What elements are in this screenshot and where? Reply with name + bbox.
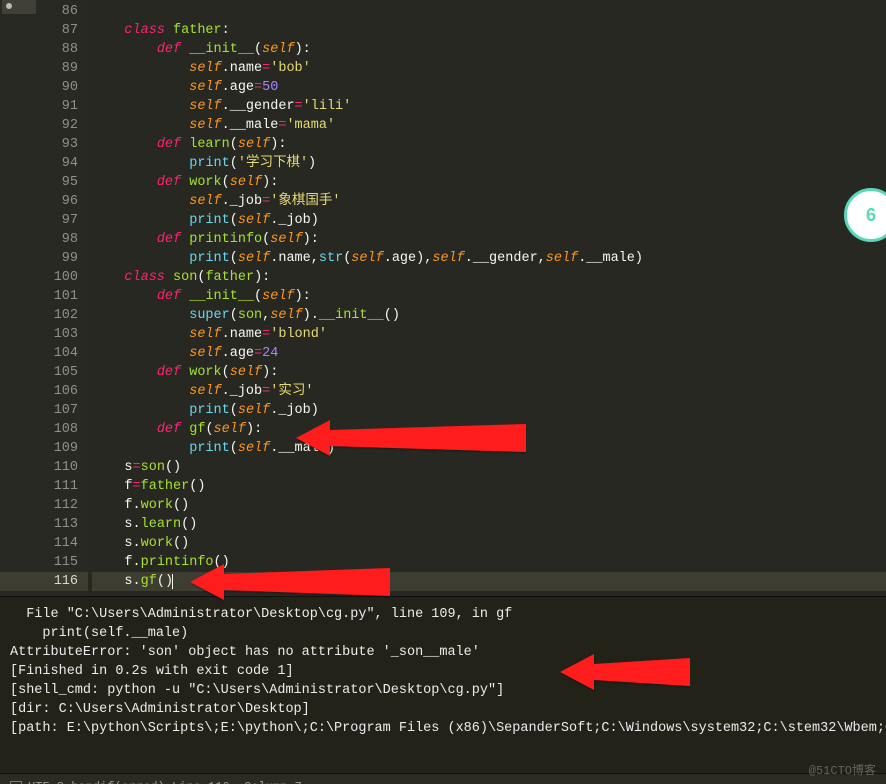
line-number[interactable]: 96 bbox=[0, 192, 78, 211]
annotation-arrow bbox=[560, 650, 690, 694]
code-line[interactable]: super(son,self).__init__() bbox=[92, 306, 886, 325]
code-line[interactable] bbox=[92, 2, 886, 21]
line-number[interactable]: 107 bbox=[0, 401, 78, 420]
code-line[interactable]: print(self.name,str(self.age),self.__gen… bbox=[92, 249, 886, 268]
code-line[interactable]: self.name='bob' bbox=[92, 59, 886, 78]
code-line[interactable]: self.__gender='lili' bbox=[92, 97, 886, 116]
console-line: File "C:\Users\Administrator\Desktop\cg.… bbox=[10, 605, 876, 624]
line-number[interactable]: 103 bbox=[0, 325, 78, 344]
line-number[interactable]: 110 bbox=[0, 458, 78, 477]
annotation-arrow bbox=[190, 560, 390, 604]
code-line[interactable]: def learn(self): bbox=[92, 135, 886, 154]
line-number[interactable]: 106 bbox=[0, 382, 78, 401]
console-line: print(self.__male) bbox=[10, 624, 876, 643]
code-line[interactable]: def __init__(self): bbox=[92, 287, 886, 306]
line-number[interactable]: 116 bbox=[0, 572, 88, 591]
line-number[interactable]: 109 bbox=[0, 439, 78, 458]
status-text: UTF-8 handif(erred) Line 116, Column 7 bbox=[28, 780, 302, 784]
line-number[interactable]: 95 bbox=[0, 173, 78, 192]
line-number[interactable]: 115 bbox=[0, 553, 78, 572]
code-line[interactable]: def work(self): bbox=[92, 363, 886, 382]
code-line[interactable]: self._job='实习' bbox=[92, 382, 886, 401]
line-number[interactable]: 90 bbox=[0, 78, 78, 97]
line-number[interactable]: 111 bbox=[0, 477, 78, 496]
build-output-panel[interactable]: File "C:\Users\Administrator\Desktop\cg.… bbox=[0, 597, 886, 773]
status-bar: UTF-8 handif(erred) Line 116, Column 7 bbox=[0, 773, 886, 784]
line-number[interactable]: 105 bbox=[0, 363, 78, 382]
code-line[interactable]: class son(father): bbox=[92, 268, 886, 287]
code-line[interactable]: self.__male='mama' bbox=[92, 116, 886, 135]
line-number[interactable]: 94 bbox=[0, 154, 78, 173]
code-line[interactable]: s.learn() bbox=[92, 515, 886, 534]
line-number[interactable]: 104 bbox=[0, 344, 78, 363]
console-line: [Finished in 0.2s with exit code 1] bbox=[10, 662, 876, 681]
code-line[interactable]: f.work() bbox=[92, 496, 886, 515]
code-line[interactable]: print(self._job) bbox=[92, 211, 886, 230]
console-line: [shell_cmd: python -u "C:\Users\Administ… bbox=[10, 681, 876, 700]
code-line[interactable]: def printinfo(self): bbox=[92, 230, 886, 249]
line-number[interactable]: 92 bbox=[0, 116, 78, 135]
line-number[interactable]: 101 bbox=[0, 287, 78, 306]
line-number[interactable]: 100 bbox=[0, 268, 78, 287]
code-line[interactable]: s=son() bbox=[92, 458, 886, 477]
editor-pane[interactable]: 8687888990919293949596979899100101102103… bbox=[0, 0, 886, 597]
line-number[interactable]: 91 bbox=[0, 97, 78, 116]
line-number[interactable]: 97 bbox=[0, 211, 78, 230]
code-line[interactable]: print('学习下棋') bbox=[92, 154, 886, 173]
code-line[interactable]: def __init__(self): bbox=[92, 40, 886, 59]
line-number[interactable]: 113 bbox=[0, 515, 78, 534]
code-line[interactable]: f=father() bbox=[92, 477, 886, 496]
file-tab[interactable] bbox=[2, 0, 36, 14]
code-line[interactable]: class father: bbox=[92, 21, 886, 40]
line-number-gutter[interactable]: 8687888990919293949596979899100101102103… bbox=[0, 0, 88, 596]
console-line: [path: E:\python\Scripts\;E:\python\;C:\… bbox=[10, 719, 876, 738]
line-number[interactable]: 88 bbox=[0, 40, 78, 59]
code-line[interactable]: self.age=24 bbox=[92, 344, 886, 363]
console-line: [dir: C:\Users\Administrator\Desktop] bbox=[10, 700, 876, 719]
console-line: AttributeError: 'son' object has no attr… bbox=[10, 643, 876, 662]
line-number[interactable]: 99 bbox=[0, 249, 78, 268]
line-number[interactable]: 93 bbox=[0, 135, 78, 154]
annotation-arrow bbox=[296, 416, 526, 460]
line-number[interactable]: 102 bbox=[0, 306, 78, 325]
code-line[interactable]: s.work() bbox=[92, 534, 886, 553]
watermark: @51CTO博客 bbox=[809, 761, 876, 778]
code-line[interactable]: self.age=50 bbox=[92, 78, 886, 97]
line-number[interactable]: 98 bbox=[0, 230, 78, 249]
line-number[interactable]: 87 bbox=[0, 21, 78, 40]
code-area[interactable]: class father: def __init__(self): self.n… bbox=[88, 0, 886, 596]
line-number[interactable]: 114 bbox=[0, 534, 78, 553]
code-line[interactable]: def work(self): bbox=[92, 173, 886, 192]
line-number[interactable]: 112 bbox=[0, 496, 78, 515]
code-line[interactable]: self._job='象棋国手' bbox=[92, 192, 886, 211]
line-number[interactable]: 89 bbox=[0, 59, 78, 78]
line-number[interactable]: 108 bbox=[0, 420, 78, 439]
code-line[interactable]: self.name='blond' bbox=[92, 325, 886, 344]
